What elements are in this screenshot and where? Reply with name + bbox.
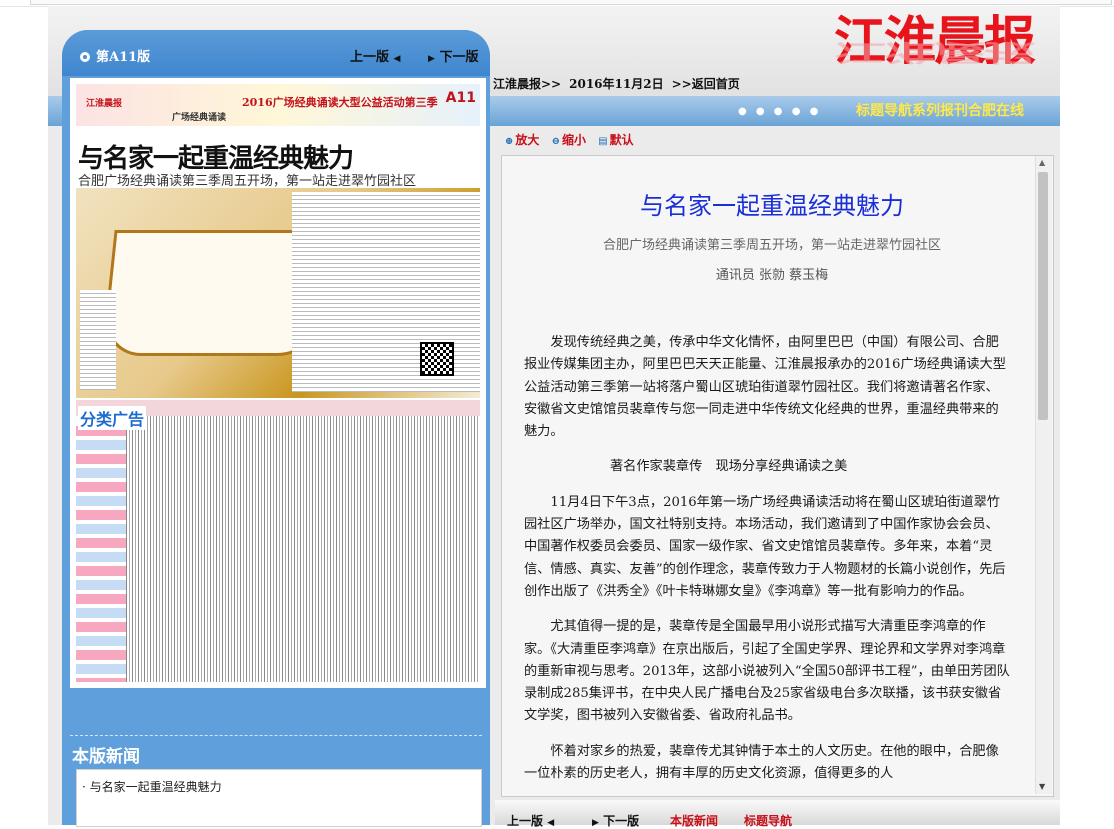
panel-divider [70,735,482,736]
prev-arrow-icon: ◀ [393,54,401,64]
nav-slogan: 标题导航系列报刊合肥在线 [856,103,1024,119]
next-arrow-icon: ▶ [428,54,435,64]
newspaper-section-name: 广场经典诵读 [172,113,227,123]
article-paragraph: 发现传统经典之美，传承中华文化情怀，由阿里巴巴（中国）有限公司、合肥报业传媒集团… [524,335,1006,440]
next-page-label: 下一版 [439,50,479,65]
news-item-title[interactable]: 与名家一起重温经典魅力 [90,780,222,794]
classified-ads-area[interactable] [76,400,480,682]
newspaper-text-column-left [80,290,116,390]
page-number-label: 第A11版 [96,50,151,65]
newspaper-section-banner: 2016广场经典诵读大型公益活动第三季 [242,96,438,109]
prev-page-label: 上一版 [350,50,390,65]
browser-tab-edge [30,0,1112,5]
article-title: 与名家一起重温经典魅力 [640,192,904,220]
next-page-link[interactable]: ▶ 下一版 [428,46,478,65]
bottom-next-link[interactable]: ▶ 下一版 [592,812,639,829]
breadcrumb-home-link[interactable]: >>返回首页 [672,77,740,91]
bottom-title-nav-link[interactable]: 标题导航 [744,812,792,829]
article-subtitle: 合肥广场经典诵读第三季周五开场，第一站走进翠竹园社区 [602,238,941,253]
breadcrumb-paper-link[interactable]: 江淮晨报>> [493,77,561,91]
article-authors: 通讯员 张勍 蔡玉梅 [715,268,829,283]
zoom-out-icon: ⊖ [551,136,560,147]
scroll-up-icon[interactable]: ▲ [1039,158,1045,167]
document-icon: ▤ [598,136,608,147]
breadcrumb-date: 2016年11月2日 [569,77,664,91]
zoom-in-icon: ⊕ [505,136,514,147]
classified-ads-label: 分类广告 [78,406,147,430]
newspaper-brand: 江淮晨报 [86,99,123,109]
article-subheading: 著名作家裴章传 现场分享经典诵读之美 [610,459,848,475]
scroll-down-icon[interactable]: ▼ [1039,782,1045,791]
qr-code-icon [420,342,454,376]
bottom-news-link[interactable]: 本版新闻 [670,812,718,829]
classified-ads-left-column [76,426,126,682]
page-news-heading: 本版新闻 [72,747,140,767]
prev-page-link[interactable]: 上一版 ◀ [350,46,400,65]
article-paragraph: 尤其值得一提的是，裴章传是全国最早用小说形式描写大清重臣李鸿章的作家。《大清重臣… [524,619,1010,724]
prev-arrow-icon: ◀ [547,818,555,828]
page-number: 第A11版 [80,46,150,65]
article-paragraph: 怀着对家乡的热爱，裴章传尤其钟情于本土的人文历史。在他的眼中，合肥像一位朴素的历… [524,743,999,782]
default-zoom-button[interactable]: ▤ 默认 [598,133,633,147]
newspaper-subheadline: 合肥广场经典诵读第三季周五开场，第一站走进翠竹园社区 [78,174,417,189]
zoom-in-button[interactable]: ⊕ 放大 [505,133,539,147]
article-body: 发现传统经典之美，传承中华文化情怀，由阿里巴巴（中国）有限公司、合肥报业传媒集团… [524,332,1010,796]
news-list-item[interactable]: · 与名家一起重温经典魅力 [82,778,222,795]
breadcrumb: 江淮晨报>> 2016年11月2日 >>返回首页 [493,75,748,92]
newspaper-page-thumbnail[interactable]: 江淮晨报 2016广场经典诵读大型公益活动第三季 广场经典诵读 A11 与名家一… [70,78,486,688]
article-paragraph: 11月4日下午3点，2016年第一场广场经典诵读活动将在蜀山区琥珀街道翠竹园社区… [524,494,1006,599]
article-viewer[interactable]: 与名家一起重温经典魅力 合肥广场经典诵读第三季周五开场，第一站走进翠竹园社区 通… [501,155,1054,797]
scrollbar-thumb[interactable] [1038,172,1048,420]
zoom-out-button[interactable]: ⊖ 缩小 [552,133,586,147]
zoom-toolbar: ⊕ 放大 ⊖ 缩小 ▤ 默认 [505,131,642,148]
page-ring-icon [80,52,90,62]
masthead-logo-reflection: 江淮晨报 [834,38,1035,67]
bottom-prev-link[interactable]: 上一版 ◀ [507,812,554,829]
next-arrow-icon: ▶ [592,818,599,828]
decorative-dots: ● ● ● ● ● [738,106,822,117]
newspaper-page-code: A11 [445,90,476,106]
